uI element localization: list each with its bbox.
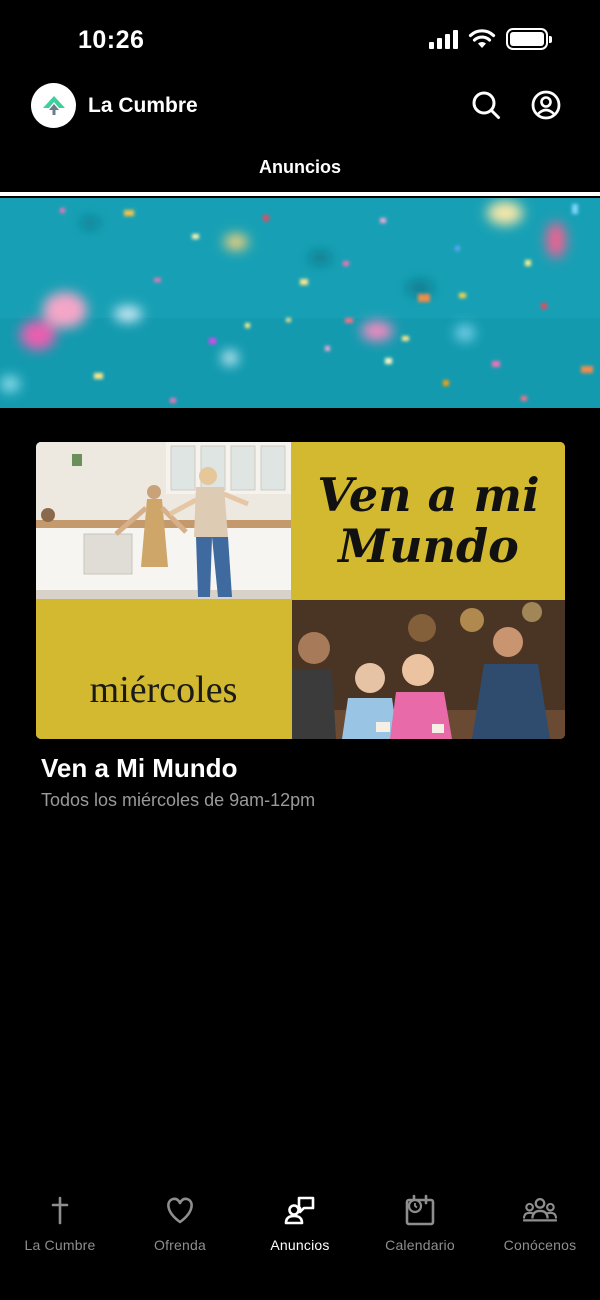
tab-underline	[0, 192, 600, 196]
wifi-icon	[468, 29, 496, 48]
event-image-title: Ven a mi Mundo	[292, 442, 565, 599]
search-icon	[472, 91, 500, 119]
people-icon	[523, 1193, 557, 1227]
bottom-nav: La Cumbre Ofrenda Anuncios Calendario Co…	[0, 1178, 600, 1300]
kitchen-photo	[36, 442, 291, 599]
status-icons	[429, 28, 552, 50]
battery-icon	[506, 28, 552, 50]
nav-label: Calendario	[385, 1237, 455, 1253]
nav-item-la-cumbre[interactable]: La Cumbre	[0, 1178, 120, 1300]
app-header: La Cumbre	[0, 80, 600, 135]
nav-item-anuncios[interactable]: Anuncios	[240, 1178, 360, 1300]
status-time: 10:26	[78, 26, 145, 54]
event-image-day: miércoles	[36, 600, 291, 739]
event-card[interactable]: Ven a mi Mundo miércoles Ven a Mi Mundo …	[36, 442, 565, 811]
event-image-title-line2: Mundo	[338, 518, 519, 573]
nav-item-conocenos[interactable]: Conócenos	[480, 1178, 600, 1300]
user-circle-icon	[531, 90, 561, 120]
event-image[interactable]: Ven a mi Mundo miércoles	[36, 442, 565, 739]
nav-item-calendario[interactable]: Calendario	[360, 1178, 480, 1300]
nav-label: Anuncios	[270, 1237, 330, 1253]
friends-photo	[292, 600, 565, 739]
tab-anuncios[interactable]: Anuncios	[0, 157, 600, 178]
app-title: La Cumbre	[88, 94, 198, 117]
announcements-icon	[283, 1193, 317, 1227]
profile-button[interactable]	[529, 88, 563, 122]
tab-bar: Anuncios	[0, 140, 600, 198]
cross-icon	[43, 1193, 77, 1227]
hero-banner-image	[0, 198, 600, 408]
cellular-signal-icon	[429, 29, 458, 49]
event-image-title-line1: Ven a mi	[317, 467, 540, 522]
event-image-day-label: miércoles	[89, 668, 238, 711]
event-title[interactable]: Ven a Mi Mundo	[41, 753, 565, 784]
heart-icon	[163, 1193, 197, 1227]
search-button[interactable]	[469, 88, 503, 122]
nav-label: Ofrenda	[154, 1237, 206, 1253]
status-bar: 10:26	[0, 0, 600, 80]
nav-item-ofrenda[interactable]: Ofrenda	[120, 1178, 240, 1300]
event-subtitle: Todos los miércoles de 9am-12pm	[41, 790, 316, 810]
mountain-logo-icon[interactable]	[31, 83, 76, 128]
nav-label: La Cumbre	[24, 1237, 96, 1253]
calendar-icon	[403, 1193, 437, 1227]
nav-label: Conócenos	[503, 1237, 577, 1253]
